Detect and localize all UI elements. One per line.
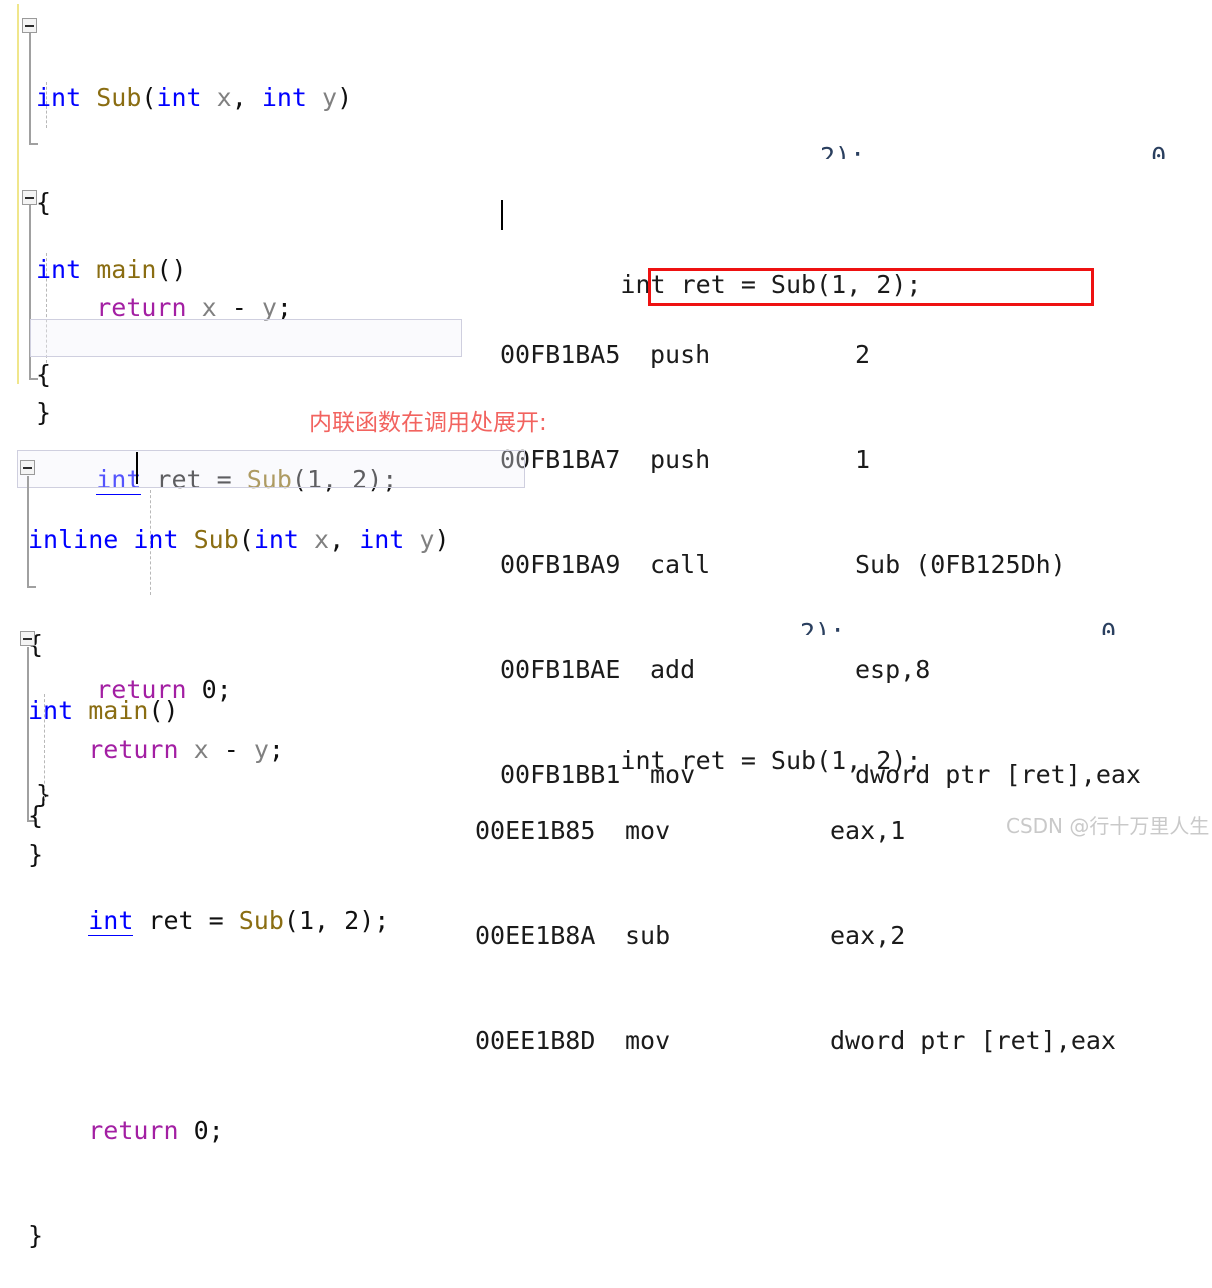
code-token: 0 xyxy=(193,1116,209,1145)
code-token: Sub xyxy=(96,83,142,112)
text-caret-disassembly xyxy=(501,200,503,230)
disassembly-pane-bottom[interactable]: int ret = Sub(1, 2); 00EE1B85 mov eax,1 00… xyxy=(475,638,1116,1093)
code-token: x xyxy=(216,83,232,112)
code-line[interactable]: return 0; xyxy=(28,1113,389,1148)
code-line[interactable]: } xyxy=(28,1218,389,1253)
code-token: , xyxy=(231,83,262,112)
instruction-mnemonic: call xyxy=(650,550,711,579)
disassembly-row[interactable]: 00EE1B8A sub eax,2 xyxy=(475,918,1116,953)
code-line[interactable]: int ret = Sub(1, 2); xyxy=(28,903,389,938)
instruction-address: 00EE1B8D xyxy=(475,1026,596,1055)
code-token: return xyxy=(88,1116,179,1145)
scope-line-sub xyxy=(29,33,31,145)
code-token: x xyxy=(314,525,330,554)
code-token: int xyxy=(253,525,299,554)
code-token: { xyxy=(36,360,52,389)
instruction-address: 00EE1B85 xyxy=(475,816,596,845)
disassembly-source-line: int ret = Sub(1, 2); xyxy=(500,232,1141,299)
code-token: inline xyxy=(28,525,119,554)
code-token: int xyxy=(28,696,74,725)
code-line[interactable]: int main() xyxy=(36,252,397,287)
fold-toggle-sub[interactable] xyxy=(22,18,37,33)
code-token: int xyxy=(36,255,82,284)
instruction-address: 00EE1B8A xyxy=(475,921,596,950)
code-token: ; xyxy=(208,1116,224,1145)
code-line[interactable]: int Sub(int x, int y) xyxy=(36,80,352,115)
instruction-operands: eax,1 xyxy=(830,816,906,845)
code-token: , xyxy=(329,525,360,554)
instruction-address: 00FB1BA9 xyxy=(500,550,621,579)
code-token: () xyxy=(156,255,187,284)
code-token: int xyxy=(359,525,405,554)
code-token: y xyxy=(322,83,338,112)
call-instruction-highlight-box xyxy=(648,268,1094,306)
code-token: main xyxy=(88,696,149,725)
instruction-operands: 1 xyxy=(855,445,871,474)
csdn-watermark: CSDN @行十万里人生 xyxy=(1006,814,1210,838)
code-token: int xyxy=(36,83,82,112)
code-token: 2 xyxy=(344,906,360,935)
code-token: 1 xyxy=(298,906,315,935)
change-bar-top xyxy=(17,4,19,384)
code-line[interactable]: { xyxy=(28,798,389,833)
disassembly-source-text: int ret = Sub(1, 2); xyxy=(560,746,922,775)
code-token: ) xyxy=(434,525,450,554)
code-line[interactable]: int main() xyxy=(28,693,389,728)
code-line[interactable]: inline int Sub(int x, int y) xyxy=(28,522,450,557)
disassembly-clipped-text-top: 2); 0 xyxy=(820,142,1167,159)
disassembly-clipped-text-bottom: 2); 0 xyxy=(800,618,1117,635)
fold-toggle-main-top[interactable] xyxy=(22,190,37,205)
code-token: int xyxy=(133,525,179,554)
code-token: int xyxy=(88,906,134,936)
disassembly-row[interactable]: 00FB1BA9 call Sub (0FB125Dh) xyxy=(500,547,1141,582)
code-token: , xyxy=(314,906,345,935)
code-token: { xyxy=(28,801,44,830)
code-token: ); xyxy=(359,906,390,935)
inline-expansion-note: 内联函数在调用处展开: xyxy=(309,410,547,436)
disassembly-row[interactable]: 00EE1B8D mov dword ptr [ret],eax xyxy=(475,1023,1116,1058)
instruction-mnemonic: mov xyxy=(625,1026,671,1055)
code-token: ) xyxy=(337,83,353,112)
code-token: int xyxy=(156,83,202,112)
code-token: () xyxy=(148,696,179,725)
code-token: Sub xyxy=(193,525,239,554)
code-token: ( xyxy=(238,525,254,554)
instruction-operands: 2 xyxy=(855,340,871,369)
disassembly-row[interactable]: 00FB1BA7 push 1 xyxy=(500,442,1141,477)
code-line[interactable]: { xyxy=(36,357,397,392)
instruction-operands: Sub (0FB125Dh) xyxy=(855,550,1066,579)
code-token: } xyxy=(28,1221,44,1250)
code-token: main xyxy=(96,255,157,284)
code-line[interactable] xyxy=(28,1008,389,1043)
code-token: ( xyxy=(141,83,157,112)
code-token: y xyxy=(419,525,435,554)
code-token: ret = xyxy=(133,906,239,935)
instruction-operands: eax,2 xyxy=(830,921,906,950)
instruction-mnemonic: mov xyxy=(625,816,671,845)
disassembly-source-line: int ret = Sub(1, 2); xyxy=(475,708,1116,775)
instruction-mnemonic: push xyxy=(650,445,711,474)
instruction-mnemonic: sub xyxy=(625,921,671,950)
instruction-operands: dword ptr [ret],eax xyxy=(830,1026,1116,1055)
code-token: ( xyxy=(283,906,299,935)
code-block-main-inline[interactable]: int main() { int ret = Sub(1, 2); return… xyxy=(28,623,389,1288)
code-token: Sub xyxy=(238,906,284,935)
disassembly-row[interactable]: 00FB1BA5 push 2 xyxy=(500,337,1141,372)
instruction-mnemonic: push xyxy=(650,340,711,369)
instruction-address: 00FB1BA5 xyxy=(500,340,621,369)
code-token: int xyxy=(261,83,307,112)
